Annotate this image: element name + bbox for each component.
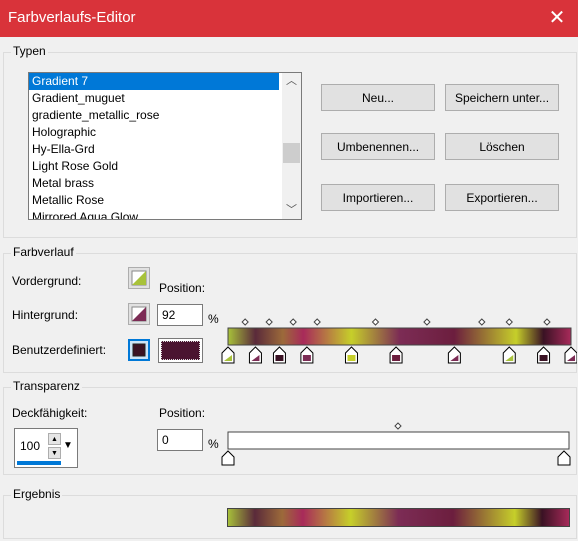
result-panel-label: Ergebnis (11, 487, 63, 501)
list-item[interactable]: Hy-Ella-Grd (29, 141, 279, 158)
list-item[interactable]: Mirrored Aqua Glow (29, 209, 279, 219)
gradient-color-stop[interactable] (248, 346, 262, 364)
background-swatch-button[interactable] (128, 303, 150, 325)
gradient-color-stop[interactable] (344, 346, 358, 364)
foreground-label: Vordergrund: (12, 274, 82, 288)
scroll-thumb[interactable] (283, 143, 300, 163)
list-scrollbar[interactable]: ︿ ﹀ (282, 73, 301, 219)
list-item[interactable]: Gradient_muguet (29, 90, 279, 107)
gradient-color-stop[interactable] (300, 346, 314, 364)
opacity-dropdown-icon[interactable]: ▼ (63, 440, 73, 451)
background-gradient-icon (131, 306, 147, 322)
scroll-up-icon[interactable]: ︿ (282, 73, 301, 90)
custom-label: Benutzerdefiniert: (12, 343, 107, 357)
gradient-midpoint-marker[interactable] (289, 318, 297, 326)
gradient-color-stop[interactable] (221, 346, 235, 364)
transparency-stop-end[interactable] (557, 450, 571, 466)
foreground-gradient-icon (131, 270, 147, 286)
position-label: Position: (159, 281, 206, 295)
opacity-label: Deckfähigkeit: (12, 406, 88, 420)
types-panel-label: Typen (11, 44, 48, 58)
transparency-midpoint-marker[interactable] (394, 422, 402, 430)
opacity-value: 100 (20, 439, 41, 453)
gradient-type-list[interactable]: Gradient 7 Gradient_muguet gradiente_metal… (28, 72, 302, 220)
new-button[interactable]: Neu... (321, 84, 435, 111)
list-item[interactable]: Metallic Rose (29, 192, 279, 209)
gradient-midpoint-marker[interactable] (543, 318, 551, 326)
result-gradient-bar (227, 508, 570, 527)
gradient-midpoint-marker[interactable] (505, 318, 513, 326)
opacity-up-icon[interactable]: ▲ (48, 433, 61, 445)
custom-color-fill (161, 341, 200, 360)
list-item[interactable]: gradiente_metallic_rose (29, 107, 279, 124)
gradient-midpoint-marker[interactable] (423, 318, 431, 326)
background-label: Hintergrund: (12, 308, 79, 322)
result-preview (227, 508, 570, 527)
transparency-stop-start[interactable] (221, 450, 235, 466)
import-button[interactable]: Importieren... (321, 184, 435, 211)
window-title: Farbverlaufs-Editor (8, 9, 136, 26)
delete-button[interactable]: Löschen (445, 133, 559, 160)
gradient-editor[interactable] (221, 314, 577, 366)
list-item[interactable]: Metal brass (29, 175, 279, 192)
transparency-editor[interactable] (221, 420, 577, 468)
position-percent-label: % (208, 312, 219, 326)
gradient-midpoint-marker[interactable] (313, 318, 321, 326)
transparency-bar (227, 431, 570, 450)
list-item[interactable]: Holographic (29, 124, 279, 141)
opacity-level-bar (17, 461, 61, 465)
close-icon[interactable]: ✕ (544, 5, 570, 31)
gradient-bar (227, 327, 572, 346)
transparency-percent-label: % (208, 437, 219, 451)
gradient-color-stop[interactable] (537, 346, 551, 364)
list-item[interactable]: Light Rose Gold (29, 158, 279, 175)
gradient-panel-label: Farbverlauf (11, 245, 76, 259)
export-button[interactable]: Exportieren... (445, 184, 559, 211)
gradient-midpoint-marker[interactable] (478, 318, 486, 326)
gradient-color-stop[interactable] (447, 346, 461, 364)
opacity-spinner[interactable]: 100 ▲ ▼ ▼ (14, 428, 78, 468)
gradient-midpoint-marker[interactable] (265, 318, 273, 326)
opacity-down-icon[interactable]: ▼ (48, 447, 61, 459)
rename-button[interactable]: Umbenennen... (321, 133, 435, 160)
gradient-color-stop[interactable] (564, 346, 577, 364)
gradient-color-stop[interactable] (389, 346, 403, 364)
list-item[interactable]: Gradient 7 (29, 73, 279, 90)
position-input[interactable]: 92 (157, 304, 203, 326)
gradient-midpoint-marker[interactable] (241, 318, 249, 326)
custom-color-well[interactable] (158, 338, 203, 363)
transparency-panel-label: Transparenz (11, 379, 82, 393)
custom-swatch-button[interactable] (128, 339, 150, 361)
transparency-position-input[interactable]: 0 (157, 429, 203, 451)
title-bar: Farbverlaufs-Editor ✕ (0, 0, 578, 37)
custom-color-icon (132, 343, 146, 357)
gradient-color-stop[interactable] (272, 346, 286, 364)
gradient-color-stop[interactable] (502, 346, 516, 364)
scroll-down-icon[interactable]: ﹀ (282, 202, 301, 219)
gradient-midpoint-marker[interactable] (371, 318, 380, 326)
transparency-position-label: Position: (159, 406, 206, 420)
foreground-swatch-button[interactable] (128, 267, 150, 289)
save-as-button[interactable]: Speichern unter... (445, 84, 559, 111)
